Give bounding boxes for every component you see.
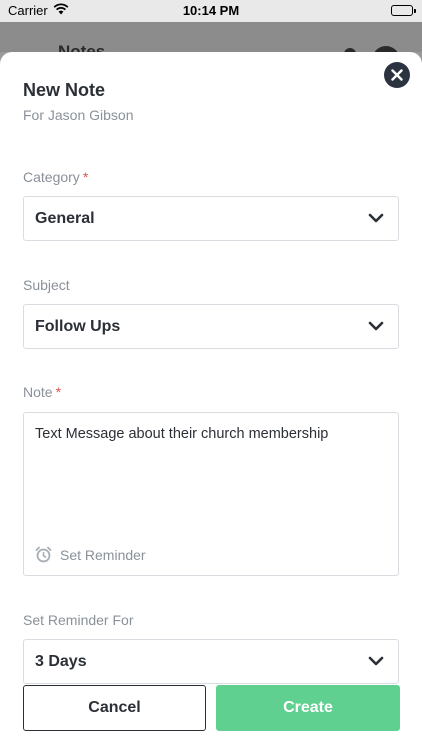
chevron-down-icon [368, 321, 384, 331]
category-value: General [35, 210, 95, 227]
battery-icon [391, 5, 416, 16]
cancel-button[interactable]: Cancel [23, 685, 206, 731]
status-time: 10:14 PM [182, 3, 240, 18]
required-mark: * [55, 384, 62, 400]
close-icon [391, 69, 403, 81]
status-bar: Carrier 10:14 PM [0, 0, 422, 22]
note-label: Note * [23, 384, 62, 400]
subject-value: Follow Ups [35, 318, 121, 335]
set-reminder-button[interactable]: Set Reminder [35, 546, 146, 563]
close-button[interactable] [384, 62, 410, 88]
reminder-for-label: Set Reminder For [23, 612, 134, 628]
modal-title: New Note [23, 80, 106, 100]
reminder-for-select[interactable]: 3 Days [23, 639, 399, 684]
chevron-down-icon [368, 213, 384, 223]
note-text: Text Message about their church membersh… [35, 426, 329, 442]
create-button[interactable]: Create [216, 685, 400, 731]
alarm-clock-icon [35, 546, 52, 563]
modal-subtitle: For Jason Gibson [23, 107, 134, 123]
chevron-down-icon [368, 656, 384, 666]
subject-select[interactable]: Follow Ups [23, 304, 399, 349]
category-select[interactable]: General [23, 196, 399, 241]
reminder-for-value: 3 Days [35, 653, 87, 670]
new-note-modal: New Note For Jason Gibson Category * Gene… [0, 52, 422, 750]
subject-label: Subject [23, 277, 70, 293]
underlying-page-header: ← Notes [0, 22, 422, 62]
required-mark: * [82, 169, 89, 185]
set-reminder-label: Set Reminder [60, 546, 146, 563]
category-label: Category * [23, 169, 89, 185]
note-textarea[interactable]: Text Message about their church membersh… [23, 412, 399, 576]
screen: Carrier 10:14 PM ← Notes New Note For Ja… [0, 0, 422, 750]
